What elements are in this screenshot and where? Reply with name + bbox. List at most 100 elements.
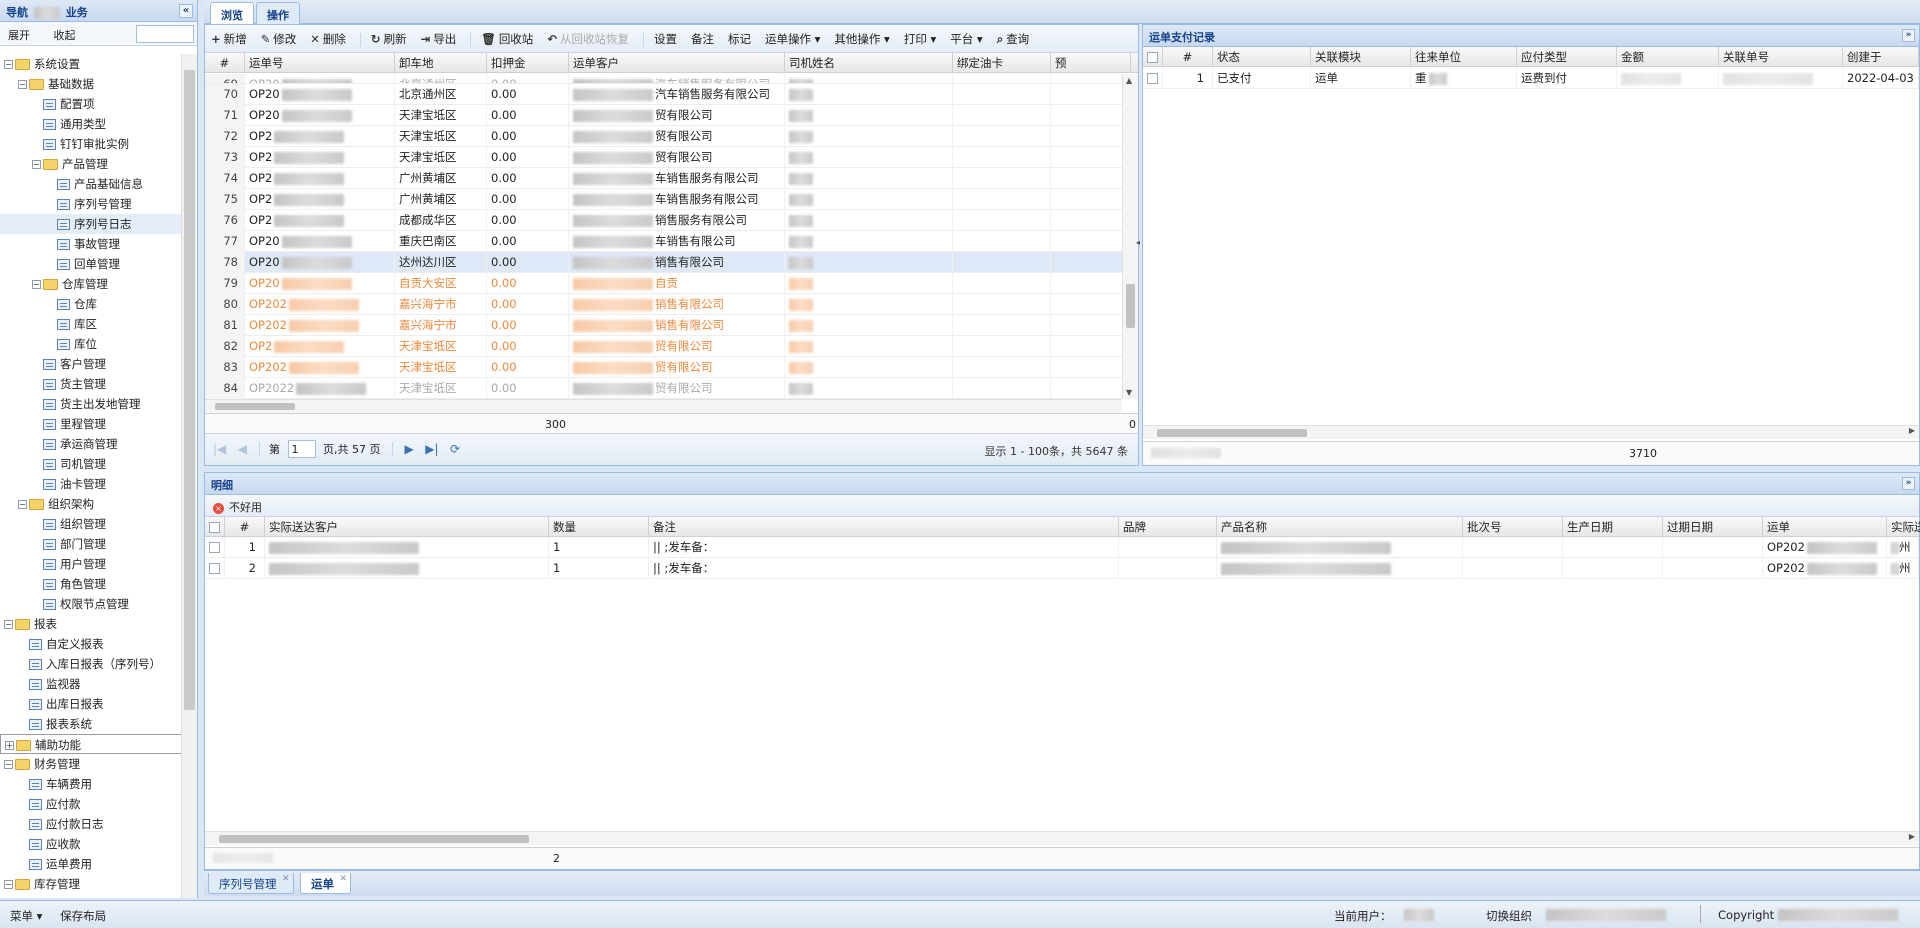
toolbar-button[interactable]: ⌕ 查询 [997, 31, 1029, 47]
column-header[interactable]: 应付类型 [1517, 47, 1617, 67]
scroll-right-icon[interactable]: ▶ [1909, 426, 1915, 435]
toolbar-button[interactable]: ⇥ 导出 [421, 31, 457, 47]
nav-item[interactable]: 库区 [0, 314, 182, 334]
table-row[interactable]: 82 OP2 天津宝坻区 0.00 贸有限公司 [205, 336, 1122, 357]
column-header[interactable]: # [205, 53, 245, 73]
nav-item[interactable]: 货主管理 [0, 374, 182, 394]
page-number-input[interactable]: 1 [287, 440, 316, 458]
nav-item[interactable]: 应付款日志 [0, 814, 182, 834]
column-header[interactable]: # [225, 517, 265, 537]
column-header[interactable]: 创建于 [1843, 47, 1919, 67]
row-checkbox[interactable] [1147, 73, 1158, 84]
nav-item[interactable]: − 库存管理 [0, 874, 182, 894]
nav-item[interactable]: − 财务管理 [0, 754, 182, 774]
column-header[interactable]: 预 [1051, 53, 1131, 73]
nav-item[interactable]: 钉钉审批实例 [0, 134, 182, 154]
column-header[interactable]: 备注 [649, 517, 1119, 537]
table-row[interactable]: 84 OP2022 天津宝坻区 0.00 贸有限公司 [205, 378, 1122, 399]
column-header[interactable]: 往来单位 [1411, 47, 1517, 67]
table-row[interactable]: 81 OP202 嘉兴海宁市 0.00 销售有限公司 [205, 315, 1122, 336]
grid-horizontal-scrollbar[interactable] [205, 399, 1122, 413]
switch-org-button[interactable]: 切换组织 [1486, 908, 1532, 924]
toolbar-button[interactable]: 打印 ▾ [904, 31, 936, 47]
column-header[interactable]: 实际送达客户 [265, 517, 549, 537]
payment-hscroll[interactable]: ▶ [1143, 425, 1919, 439]
nav-item[interactable]: 入库日报表（序列号） [0, 654, 182, 674]
column-header[interactable]: 关联单号 [1719, 47, 1843, 67]
select-all-checkbox[interactable] [209, 522, 220, 533]
toolbar-button[interactable]: 其他操作 ▾ [834, 31, 889, 47]
column-header[interactable] [205, 517, 225, 537]
row-checkbox[interactable] [209, 563, 220, 574]
scroll-right-icon[interactable]: ▶ [1909, 832, 1915, 841]
nav-item[interactable]: 监视器 [0, 674, 182, 694]
close-tab-icon[interactable]: ✕ [339, 874, 347, 884]
nav-item[interactable]: 自定义报表 [0, 634, 182, 654]
collapse-all-button[interactable]: 收起 [54, 29, 76, 42]
column-header[interactable]: 过期日期 [1663, 517, 1763, 537]
nav-item[interactable]: 司机管理 [0, 454, 182, 474]
column-header[interactable]: 绑定油卡 [953, 53, 1051, 73]
nav-item[interactable]: 组织管理 [0, 514, 182, 534]
scroll-up-icon[interactable]: ▲ [1126, 76, 1132, 85]
toolbar-button[interactable]: 备注 [691, 31, 714, 47]
nav-item[interactable]: 里程管理 [0, 414, 182, 434]
column-header[interactable]: 卸车地 [395, 53, 487, 73]
column-header[interactable]: 运单客户 [569, 53, 785, 73]
nav-item[interactable]: 事故管理 [0, 234, 182, 254]
last-page-icon[interactable]: ▶| [425, 442, 438, 456]
collapse-node-icon[interactable]: − [4, 620, 13, 629]
collapse-node-icon[interactable]: − [32, 280, 41, 289]
select-all-checkbox[interactable] [1147, 52, 1158, 63]
first-page-icon[interactable]: |◀ [213, 442, 226, 456]
nav-item[interactable]: 序列号日志 [0, 214, 182, 234]
table-row[interactable]: 75 OP2 广州黄埔区 0.00 车销售服务有限公司 [205, 189, 1122, 210]
nav-item[interactable]: 车辆费用 [0, 774, 182, 794]
grid-vertical-scrollbar[interactable]: ▲ ▼ [1122, 74, 1138, 399]
column-header[interactable]: 运单号 [245, 53, 395, 73]
nav-item[interactable]: 货主出发地管理 [0, 394, 182, 414]
nav-item[interactable]: − 报表 [0, 614, 182, 634]
nav-item[interactable]: 序列号管理 [0, 194, 182, 214]
table-row[interactable]: 2 1 || ;发车备： OP202 州 [205, 558, 1919, 579]
nav-item[interactable]: 出库日报表 [0, 694, 182, 714]
row-checkbox[interactable] [209, 542, 220, 553]
table-row[interactable]: 76 OP2 成都成华区 0.00 销售服务有限公司 [205, 210, 1122, 231]
nav-item[interactable]: 权限节点管理 [0, 594, 182, 614]
column-header[interactable]: 数量 [549, 517, 649, 537]
next-page-icon[interactable]: ▶ [405, 442, 414, 456]
column-header[interactable]: 生产日期 [1563, 517, 1663, 537]
nav-item[interactable]: + 辅助功能 [0, 734, 182, 754]
column-header[interactable]: 关联模块 [1311, 47, 1411, 67]
tab-waybill[interactable]: 运单 ✕ [300, 873, 351, 894]
collapse-node-icon[interactable]: − [18, 500, 27, 509]
toolbar-button[interactable]: 🗑 回收站 [481, 31, 533, 47]
refresh-icon[interactable]: ⟳ [450, 442, 460, 456]
nav-search-input[interactable] [136, 25, 194, 43]
grid-scrollbar-thumb[interactable] [1126, 284, 1135, 328]
table-row[interactable]: 1 1 || ;发车备： OP202 州 [205, 537, 1919, 558]
expand-node-icon[interactable]: + [5, 741, 14, 750]
collapse-node-icon[interactable]: − [4, 760, 13, 769]
nav-item[interactable]: 客户管理 [0, 354, 182, 374]
splitter-arrow-icon[interactable]: ◂ [1136, 238, 1140, 247]
toolbar-button[interactable]: 标记 [728, 31, 751, 47]
payment-hscroll-thumb[interactable] [1157, 429, 1307, 437]
table-row[interactable]: 72 OP2 天津宝坻区 0.00 贸有限公司 [205, 126, 1122, 147]
tab-serial-management[interactable]: 序列号管理 ✕ [208, 873, 294, 894]
save-layout-button[interactable]: 保存布局 [60, 909, 106, 923]
detail-hscroll-thumb[interactable] [219, 835, 529, 843]
column-header[interactable] [1143, 47, 1163, 67]
nav-item[interactable]: − 组织架构 [0, 494, 182, 514]
table-row[interactable]: 83 OP202 天津宝坻区 0.00 贸有限公司 [205, 357, 1122, 378]
nav-item[interactable]: 应付款 [0, 794, 182, 814]
nav-item[interactable]: 油卡管理 [0, 474, 182, 494]
menu-button[interactable]: 菜单 ▾ [10, 909, 42, 923]
nav-item[interactable]: 应收款 [0, 834, 182, 854]
table-row[interactable]: 69 OP20 北京通州区 0.00 汽车销售服务有限公司 [205, 74, 1122, 84]
close-tab-icon[interactable]: ✕ [282, 874, 290, 884]
column-header[interactable]: 金额 [1617, 47, 1719, 67]
nav-item[interactable]: 配置项 [0, 94, 182, 114]
column-header[interactable]: 司机姓名 [785, 53, 953, 73]
column-header[interactable]: 扣押金 [487, 53, 569, 73]
